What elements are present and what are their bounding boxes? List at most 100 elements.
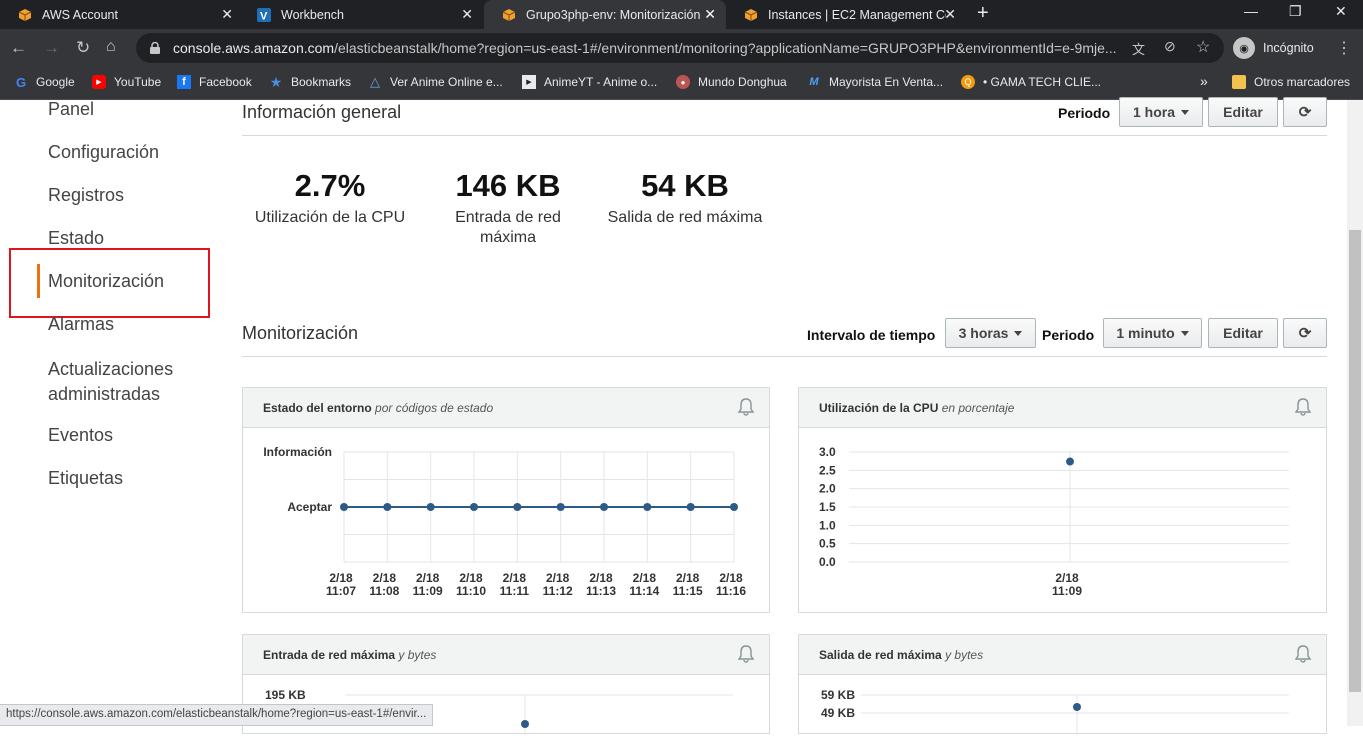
y-tick-label: 0.5 [819, 537, 836, 551]
bookmark-youtube[interactable]: ▶ YouTube [92, 75, 161, 89]
incognito-icon: ◉ [1233, 37, 1255, 59]
tab-aws-account[interactable]: AWS Account ✕ [0, 0, 243, 29]
x-tick-label: 2/18 [329, 571, 353, 585]
bookmark-label: AnimeYT - Anime o... [544, 75, 658, 89]
forward-arrow-icon[interactable]: → [43, 38, 60, 58]
bookmarks-bar: G Google ▶ YouTube f Facebook ★ Bookmarks △ V… [0, 67, 1363, 100]
eye-off-icon[interactable]: ⊘ [1164, 38, 1176, 55]
sidebar-item-alarmas[interactable]: Alarmas [48, 314, 114, 335]
env-status-panel: Estado del entorno por códigos de estado… [242, 387, 770, 613]
bookmark-star-icon[interactable]: ☆ [1196, 37, 1210, 57]
bookmark-mayorista[interactable]: M Mayorista En Venta... [807, 75, 943, 89]
monitoring-title: Monitorización [242, 323, 359, 343]
new-tab-icon[interactable]: + [977, 2, 989, 25]
overview-refresh-button[interactable]: ⟳ [1283, 97, 1327, 127]
sidebar-item-actualizaciones[interactable]: Actualizaciones administradas [48, 357, 198, 407]
x-tick-label: 11:07 [326, 584, 356, 598]
refresh-icon: ⟳ [1298, 325, 1312, 342]
dropdown-value: 1 minuto [1116, 325, 1175, 341]
panel-subtitle: y bytes [398, 648, 437, 662]
incognito-profile[interactable]: ◉ Incógnito [1233, 37, 1314, 59]
monitoring-period-dropdown[interactable]: 1 minuto [1103, 318, 1202, 348]
link-status-bar: https://console.aws.amazon.com/elasticbe… [0, 704, 434, 726]
sidebar-item-panel[interactable]: Panel [48, 99, 94, 120]
bookmark-ver-anime[interactable]: △ Ver Anime Online e... [368, 74, 503, 89]
tab-title: Instances | EC2 Management Con [768, 7, 946, 22]
aws-box-icon [18, 8, 32, 21]
bell-icon[interactable] [737, 644, 755, 664]
address-bar[interactable]: console.aws.amazon.com/elasticbeanstalk/… [136, 33, 1224, 63]
tab-grupo3php-monitoring[interactable]: Grupo3php-env: Monitorización ✕ [484, 0, 726, 29]
close-tab-icon[interactable]: ✕ [944, 6, 956, 23]
bookmark-label: Otros marcadores [1254, 75, 1351, 89]
overview-period-label: Periodo [1058, 105, 1111, 121]
translate-icon[interactable]: 文 [1132, 39, 1145, 58]
sidebar-item-configuracion[interactable]: Configuración [48, 142, 159, 163]
close-tab-icon[interactable]: ✕ [704, 6, 716, 23]
more-bookmarks-icon[interactable]: » [1200, 73, 1208, 89]
url-text: console.aws.amazon.com/elasticbeanstalk/… [173, 40, 1118, 56]
monitoring-refresh-button[interactable]: ⟳ [1283, 318, 1327, 348]
y-tick-label: 195 KB [265, 688, 306, 702]
sidebar-item-etiquetas[interactable]: Etiquetas [48, 468, 123, 489]
facebook-icon: f [177, 75, 191, 89]
home-icon[interactable]: ⌂ [106, 38, 116, 56]
interval-dropdown[interactable]: 3 horas [945, 318, 1036, 348]
tab-workbench[interactable]: V Workbench ✕ [243, 0, 483, 29]
data-point [686, 503, 695, 511]
metric-cpu: 2.7% Utilización de la CPU [254, 168, 406, 228]
close-tab-icon[interactable]: ✕ [461, 6, 473, 23]
monitoring-edit-button[interactable]: Editar [1208, 318, 1278, 348]
y-tick-label: 2.0 [819, 482, 836, 496]
bookmark-animeyt[interactable]: ▶ AnimeYT - Anime o... [522, 75, 657, 89]
cpu-panel: Utilización de la CPU en porcentaje 3.0 2… [798, 387, 1327, 613]
restore-icon[interactable]: ❐ [1289, 3, 1302, 20]
panel-header: Salida de red máxima y bytes [799, 635, 1326, 675]
reload-icon[interactable]: ↻ [76, 38, 90, 58]
google-icon: G [15, 74, 27, 90]
x-tick-label: 11:11 [500, 584, 530, 598]
bookmark-mundo-donghua[interactable]: ● Mundo Donghua [676, 75, 787, 89]
sidebar-item-eventos[interactable]: Eventos [48, 425, 113, 446]
play-icon: ▶ [522, 75, 536, 89]
x-tick-label: 11:12 [543, 584, 573, 598]
data-point [1066, 457, 1074, 466]
tab-ec2-instances[interactable]: Instances | EC2 Management Con ✕ [726, 0, 966, 29]
bookmark-gama-tech[interactable]: Q • GAMA TECH CLIE... [961, 75, 1101, 89]
minimize-icon[interactable]: — [1244, 3, 1258, 19]
sidebar-item-estado[interactable]: Estado [48, 228, 104, 249]
dropdown-value: 1 hora [1132, 104, 1175, 120]
bookmark-otros-marcadores[interactable]: Otros marcadores [1232, 75, 1350, 89]
gama-icon: Q [961, 75, 975, 89]
y-tick-label: 2.5 [819, 463, 836, 477]
menu-icon[interactable]: ⋮ [1336, 38, 1352, 58]
y-tick-label: 1.0 [819, 518, 836, 532]
close-tab-icon[interactable]: ✕ [221, 6, 233, 23]
overview-edit-button[interactable]: Editar [1208, 97, 1278, 127]
y-category-label: Información [263, 445, 332, 459]
sidebar-item-registros[interactable]: Registros [48, 185, 124, 206]
back-arrow-icon[interactable]: ← [10, 38, 27, 58]
anime-icon: △ [370, 74, 380, 89]
bookmark-facebook[interactable]: f Facebook [177, 75, 252, 89]
metric-label: Salida de red máxima [607, 209, 763, 226]
metric-label: Entrada de red máxima [455, 209, 561, 246]
youtube-icon: ▶ [92, 75, 106, 89]
monitoring-period-label: Periodo [1042, 327, 1095, 343]
bookmark-bookmarks[interactable]: ★ Bookmarks [269, 74, 352, 90]
caret-down-icon [1180, 330, 1189, 336]
overview-period-dropdown[interactable]: 1 hora [1119, 97, 1203, 127]
bell-icon[interactable] [737, 397, 755, 417]
window-close-icon[interactable]: ✕ [1335, 3, 1347, 20]
x-tick-label: 11:14 [629, 584, 659, 598]
metric-label: Utilización de la CPU [254, 209, 406, 226]
bell-icon[interactable] [1294, 644, 1312, 664]
data-point [513, 503, 522, 511]
page-scrollbar[interactable] [1347, 100, 1363, 726]
bell-icon[interactable] [1294, 397, 1312, 417]
bookmark-label: Bookmarks [291, 75, 352, 89]
bookmark-google[interactable]: G Google [14, 74, 75, 90]
data-point [340, 503, 348, 511]
x-tick-label: 2/18 [589, 571, 613, 585]
scrollbar-thumb[interactable] [1349, 230, 1361, 692]
